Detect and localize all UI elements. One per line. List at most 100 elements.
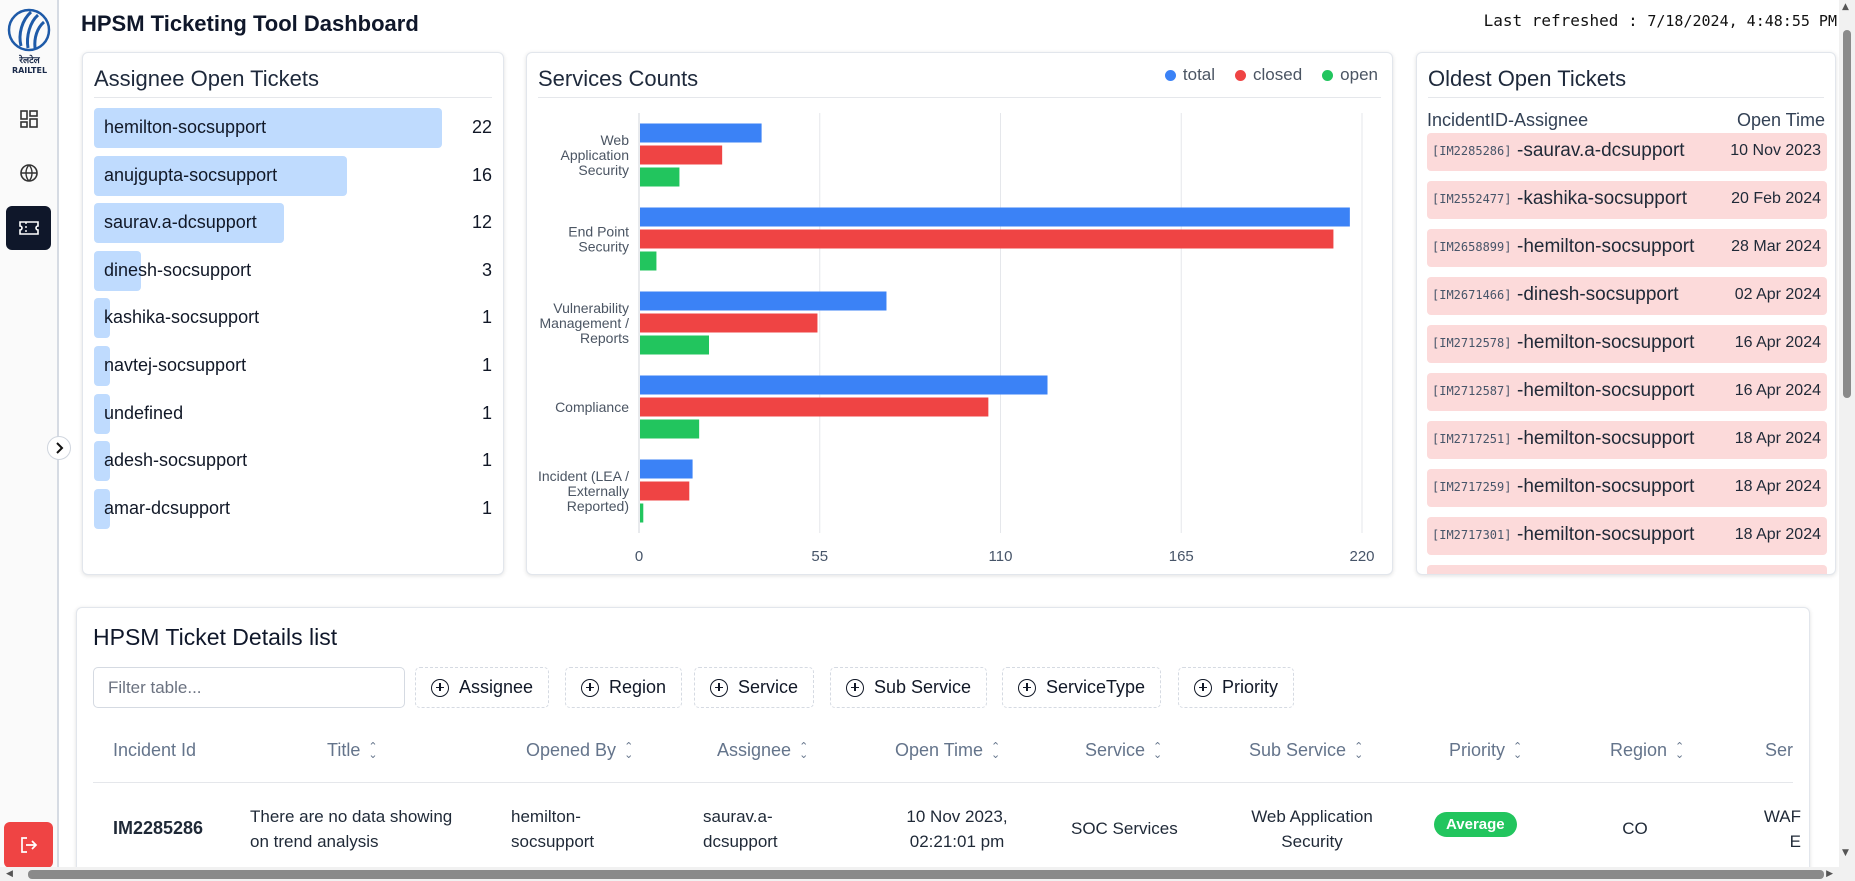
scroll-left-icon[interactable]: ◀ <box>6 869 13 879</box>
ticket-icon <box>18 221 39 235</box>
assignee-count: 1 <box>481 307 492 328</box>
oldest-ticket-row[interactable]: [IM2712578] -hemilton-socsupport 16 Apr 20… <box>1427 325 1827 363</box>
filter-assignee-button[interactable]: Assignee <box>415 667 550 708</box>
col-header-service[interactable]: Service ⌃ ⌄ <box>1085 740 1162 761</box>
x-tick-label: 55 <box>811 548 828 565</box>
bar-open[interactable] <box>640 335 710 355</box>
filter-service-type-button[interactable]: ServiceType <box>1002 667 1162 708</box>
oldest-ticket-row[interactable]: [IM2552477] -kashika-socsupport 20 Feb 202… <box>1427 181 1827 219</box>
cell-assignee: saurav.a- dcsupport <box>703 804 778 854</box>
assignee-open-tickets-card: Assignee Open Tickets hemilton-socsuppor… <box>82 52 504 575</box>
oldest-ticket-row[interactable]: [IM2712587] -hemilton-socsupport 16 Apr 20… <box>1427 373 1827 411</box>
assignee-row[interactable]: hemilton-socsupport 22 <box>94 108 492 148</box>
oldest-ticket-row[interactable] <box>1427 565 1827 574</box>
assignee-row[interactable]: saurav.a-dcsupport 12 <box>94 203 492 244</box>
oldest-ticket-row[interactable]: [IM2717251] -hemilton-socsupport 18 Apr 20… <box>1427 421 1827 459</box>
x-tick-label: 165 <box>1169 548 1194 565</box>
ticket-details-card: HPSM Ticket Details list Assignee Region… <box>76 607 1810 881</box>
services-bar-chart: 0 55 110 165 220WebApplicationSecurityEnd Po… <box>538 113 1375 565</box>
assignee-row[interactable]: kashika-socsupport 1 <box>94 298 492 339</box>
col-header-open-time[interactable]: Open Time ⌃ ⌄ <box>895 740 1000 761</box>
bar-open[interactable] <box>640 251 657 271</box>
ticket-open-date: 16 Apr 2024 <box>1734 334 1821 351</box>
ticket-open-date: 20 Feb 2024 <box>1731 190 1821 207</box>
scroll-down-icon[interactable]: ▼ <box>1842 848 1849 858</box>
oldest-ticket-row[interactable]: [IM2658899] -hemilton-socsupport 28 Mar 20… <box>1427 229 1827 267</box>
filter-region-button[interactable]: Region <box>565 667 683 708</box>
col-header-region[interactable]: Region ⌃ ⌄ <box>1610 740 1684 761</box>
oldest-ticket-row[interactable]: [IM2717259] -hemilton-socsupport 18 Apr 20… <box>1427 469 1827 507</box>
logout-button[interactable] <box>4 822 53 868</box>
bar-total[interactable] <box>640 375 1048 395</box>
cell-line: Security <box>1281 832 1343 851</box>
vertical-scroll-thumb[interactable] <box>1843 30 1851 398</box>
bar-total[interactable] <box>640 459 693 479</box>
bar-total[interactable] <box>640 123 762 143</box>
ticket-assignee: -hemilton-socsupport <box>1517 236 1695 257</box>
plus-circle-icon <box>1018 678 1036 697</box>
filter-priority-button[interactable]: Priority <box>1178 667 1295 708</box>
bar-open[interactable] <box>640 167 680 187</box>
vertical-scrollbar[interactable]: ▲ ▼ <box>1839 0 1855 881</box>
assignee-row[interactable]: undefined 1 <box>94 393 492 434</box>
bar-closed[interactable] <box>640 229 1334 249</box>
horizontal-scroll-thumb[interactable] <box>28 870 1824 879</box>
col-header-label: Service <box>1085 740 1146 760</box>
ticket-assignee: -kashika-socsupport <box>1517 188 1688 209</box>
assignee-row[interactable]: anujgupta-socsupport 16 <box>94 155 492 196</box>
ticket-open-date: 16 Apr 2024 <box>1734 382 1821 399</box>
col-header-label: Region <box>1610 740 1668 760</box>
bar-closed[interactable] <box>640 481 690 501</box>
nav-globe[interactable] <box>6 151 51 195</box>
category-label: Reported) <box>567 498 629 514</box>
x-tick-label: 0 <box>635 548 643 565</box>
col-header-assignee[interactable]: Assignee ⌃ ⌄ <box>717 740 808 761</box>
incident-id: [IM2552477] <box>1432 192 1512 206</box>
plus-circle-icon <box>710 678 728 697</box>
scroll-right-icon[interactable]: ▶ <box>1826 869 1833 879</box>
filter-label: Priority <box>1222 677 1279 697</box>
cell-incident-id[interactable]: IM2285286 <box>113 816 203 841</box>
assignee-row[interactable]: adesh-socsupport 1 <box>94 441 492 482</box>
bar-closed[interactable] <box>640 313 818 333</box>
nav-dashboard[interactable] <box>6 97 51 141</box>
filter-service-button[interactable]: Service <box>694 667 815 708</box>
nav-tickets[interactable] <box>6 206 51 250</box>
filter-table-input[interactable] <box>93 667 405 708</box>
ticket-assignee: -hemilton-socsupport <box>1517 476 1695 497</box>
col-header-service-type[interactable]: Ser <box>1765 740 1793 761</box>
col-header-title[interactable]: Title ⌃ ⌄ <box>327 740 378 761</box>
col-header-opened-by[interactable]: Opened By ⌃ ⌄ <box>526 740 633 761</box>
plus-circle-icon <box>581 678 599 697</box>
horizontal-scrollbar[interactable]: ◀ ▶ <box>0 867 1855 881</box>
col-header-label: Open Time <box>895 740 984 760</box>
incident-id: [IM2717301] <box>1432 528 1512 542</box>
assignee-row[interactable]: navtej-socsupport 1 <box>94 346 492 386</box>
bar-total[interactable] <box>640 291 887 311</box>
cell-title: There are no data showing on trend analy… <box>250 804 452 854</box>
assignee-row[interactable]: dinesh-socsupport 3 <box>94 250 492 291</box>
scroll-up-icon[interactable]: ▲ <box>1842 2 1849 12</box>
sidebar-expand-button[interactable] <box>47 436 71 460</box>
assignee-name: saurav.a-dcsupport <box>104 212 257 233</box>
bar-open[interactable] <box>640 419 700 439</box>
oldest-ticket-row[interactable]: [IM2285286] -saurav.a-dcsupport 10 Nov 202… <box>1427 133 1827 171</box>
bar-open[interactable] <box>640 503 644 523</box>
assignee-name: amar-dcsupport <box>104 497 231 518</box>
category-label: Web <box>600 132 629 148</box>
oldest-ticket-row[interactable]: [IM2671466] -dinesh-socsupport 02 Apr 2024 <box>1427 277 1827 315</box>
bar-closed[interactable] <box>640 145 723 165</box>
assignee-row[interactable]: amar-dcsupport 1 <box>94 488 492 529</box>
oldest-ticket-row[interactable]: [IM2717301] -hemilton-socsupport 18 Apr 20… <box>1427 517 1827 555</box>
col-header-priority[interactable]: Priority ⌃ ⌄ <box>1449 740 1522 761</box>
ticket-assignee: -dinesh-socsupport <box>1517 284 1679 305</box>
last-refreshed: Last refreshed : 7/18/2024, 4:48:55 PM <box>1484 11 1837 30</box>
filter-sub-service-button[interactable]: Sub Service <box>830 667 988 708</box>
bar-closed[interactable] <box>640 397 989 417</box>
col-header-sub-service[interactable]: Sub Service ⌃ ⌄ <box>1249 740 1363 761</box>
filter-label: ServiceType <box>1046 677 1146 697</box>
oldest-open-tickets-card: Oldest Open Tickets IncidentID-Assignee … <box>1416 52 1836 575</box>
col-header-incident-id[interactable]: Incident Id <box>113 740 196 761</box>
sort-icon: ⌃ ⌄ <box>1513 740 1523 761</box>
bar-total[interactable] <box>640 207 1350 227</box>
